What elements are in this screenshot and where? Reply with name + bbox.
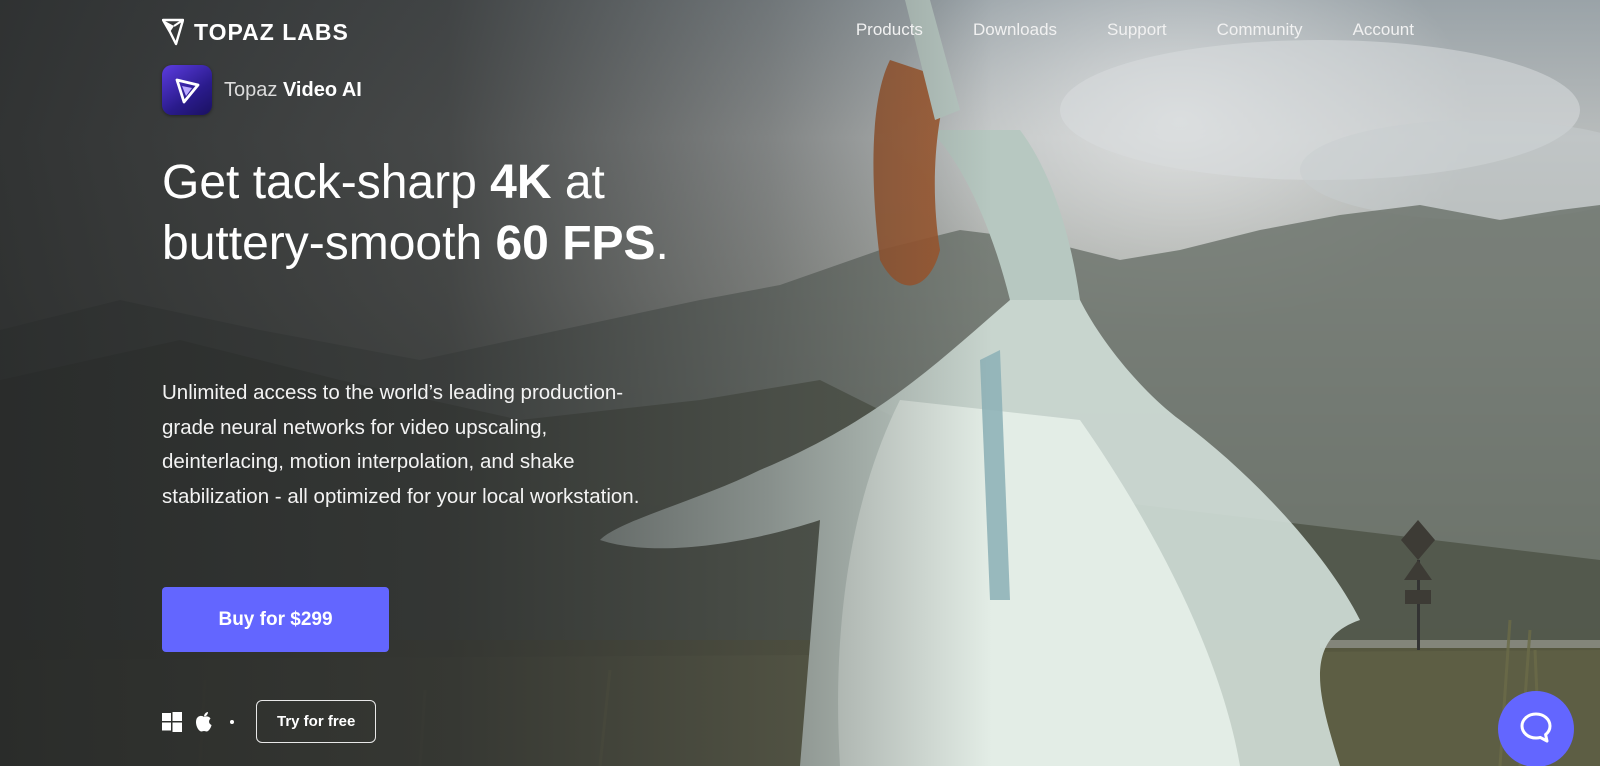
nav-support[interactable]: Support [1107,20,1167,40]
nav-community[interactable]: Community [1217,20,1303,40]
nav-account[interactable]: Account [1353,20,1414,40]
nav-products[interactable]: Products [856,20,923,40]
main-nav: Products Downloads Support Community Acc… [856,20,1414,40]
hero-headline: Get tack-sharp 4K at buttery-smooth 60 F… [162,152,682,274]
product-badge: Topaz Video AI [162,65,362,115]
platform-row: Try for free [162,700,377,743]
page: TOPAZ LABS Products Downloads Support Co… [0,0,1600,766]
chat-bubble-icon [1519,710,1553,749]
windows-icon [162,711,182,733]
headline-bold-1: 4K [490,156,552,209]
headline-part-3: . [655,217,669,270]
chat-launcher-button[interactable] [1498,691,1574,766]
brand-name: TOPAZ LABS [194,18,349,45]
brand-logo-link[interactable]: TOPAZ LABS [161,18,349,46]
apple-icon [194,711,214,733]
topaz-gem-icon [161,18,185,46]
buy-button[interactable]: Buy for $299 [162,587,389,652]
product-prefix: Topaz [224,78,278,101]
try-for-free-button[interactable]: Try for free [256,700,377,743]
nav-downloads[interactable]: Downloads [973,20,1057,40]
hero-description: Unlimited access to the world’s leading … [162,381,640,508]
play-triangle-icon [162,65,212,115]
headline-part-1: Get tack-sharp [162,156,491,209]
headline-bold-2: 60 FPS [495,217,656,270]
separator-dot [230,719,234,724]
product-title: Video AI [282,78,362,101]
product-name: Topaz Video AI [224,79,362,102]
